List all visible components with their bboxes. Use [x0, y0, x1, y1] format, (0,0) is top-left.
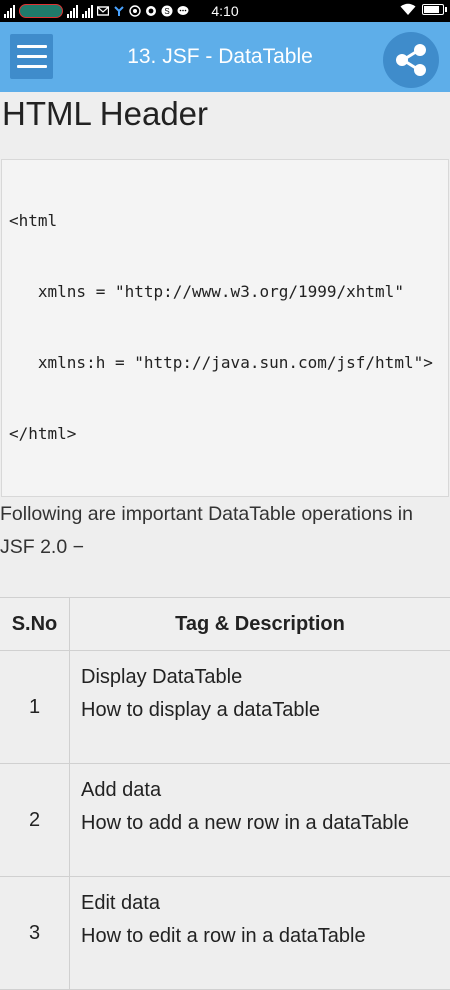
- code-block: <html xmlns = "http://www.w3.org/1999/xh…: [1, 159, 449, 497]
- row-description-cell: Display DataTable How to display a dataT…: [70, 651, 450, 764]
- operations-table: S.No Tag & Description 1 Display DataTab…: [0, 597, 450, 990]
- row-title-link[interactable]: Display DataTable: [81, 661, 450, 694]
- article-content: HTML Header <html xmlns = "http://www.w3…: [0, 92, 450, 990]
- row-title-link[interactable]: Add data: [81, 774, 450, 807]
- code-line: </html>: [9, 417, 448, 450]
- column-header-sno: S.No: [0, 598, 70, 651]
- code-line: <html: [9, 204, 448, 237]
- intro-paragraph: Following are important DataTable operat…: [0, 498, 450, 564]
- code-line: xmlns:h = "http://java.sun.com/jsf/html"…: [9, 346, 448, 379]
- table-header-row: S.No Tag & Description: [0, 598, 450, 651]
- column-header-description: Tag & Description: [70, 598, 450, 651]
- row-description: How to add a new row in a dataTable: [81, 807, 450, 840]
- row-description: How to edit a row in a dataTable: [81, 920, 450, 953]
- row-number: 1: [0, 651, 70, 764]
- table-row: 3 Edit data How to edit a row in a dataT…: [0, 877, 450, 990]
- status-icons-right: [400, 3, 444, 16]
- share-icon[interactable]: [383, 32, 439, 88]
- status-bar: S 4:10: [0, 0, 450, 22]
- row-title-link[interactable]: Edit data: [81, 887, 450, 920]
- table-row: 2 Add data How to add a new row in a dat…: [0, 764, 450, 877]
- table-row: 1 Display DataTable How to display a dat…: [0, 651, 450, 764]
- code-line: xmlns = "http://www.w3.org/1999/xhtml": [9, 275, 448, 308]
- row-number: 2: [0, 764, 70, 877]
- row-number: 3: [0, 877, 70, 990]
- page-heading: HTML Header: [0, 92, 450, 140]
- app-title: 13. JSF - DataTable: [60, 22, 380, 92]
- row-description: How to display a dataTable: [81, 694, 450, 727]
- app-bar: 13. JSF - DataTable: [0, 22, 450, 92]
- wifi-icon: [400, 3, 416, 16]
- row-description-cell: Add data How to add a new row in a dataT…: [70, 764, 450, 877]
- status-time: 4:10: [0, 3, 450, 19]
- row-description-cell: Edit data How to edit a row in a dataTab…: [70, 877, 450, 990]
- battery-icon: [422, 4, 444, 15]
- hamburger-menu-icon[interactable]: [10, 34, 53, 79]
